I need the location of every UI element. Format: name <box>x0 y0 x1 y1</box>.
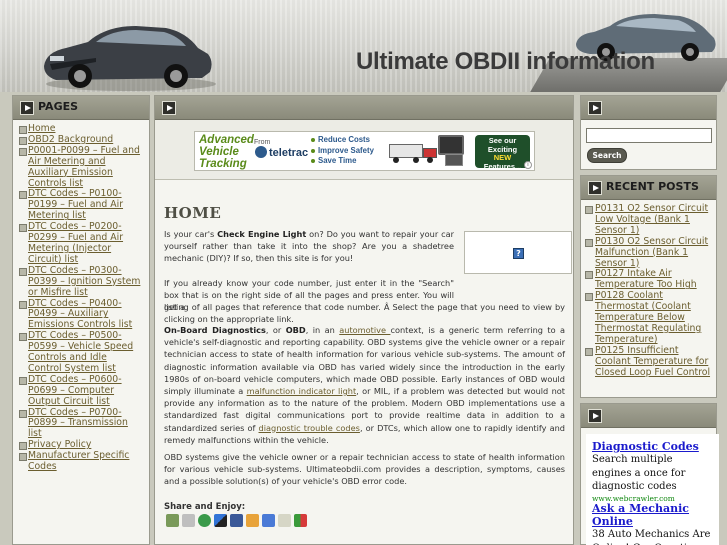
car-image-left <box>44 26 216 91</box>
email-icon[interactable] <box>278 514 291 527</box>
recent-post-item: P0127 Intake Air Temperature Too High <box>585 269 712 291</box>
text-ad-headline[interactable]: Diagnostic Codes <box>592 440 714 453</box>
recent-post-item: P0130 O2 Sensor Circuit Malfunction (Ban… <box>585 236 712 270</box>
ads-widget-header <box>581 404 716 428</box>
article: HOME Is your car's Check Engine Light on… <box>164 204 572 527</box>
ad-cta-button[interactable]: See our Exciting NEW Features... <box>475 135 530 170</box>
ad-bullets: Reduce Costs Improve Safety Save Time <box>311 135 374 167</box>
arrow-right-icon <box>588 409 602 423</box>
help-icon: ? <box>513 248 524 259</box>
ad-bullet: Improve Safety <box>311 146 374 157</box>
intro-paragraph: Is your car's Check Engine Light on? Do … <box>164 229 454 264</box>
ad-from-label: From <box>254 139 271 146</box>
page-link[interactable]: DTC Codes – P0700-P0899 – Transmission l… <box>28 407 128 440</box>
google-bookmarks-icon[interactable] <box>262 514 275 527</box>
text-ad-headline[interactable]: Ask a Mechanic Online <box>592 502 714 528</box>
page-link[interactable]: Manufacturer Specific Codes <box>28 450 129 472</box>
page-item-p0500-p0599: DTC Codes – P0500-P0599 – Vehicle Speed … <box>19 330 143 375</box>
page-link[interactable]: Privacy Policy <box>28 439 91 450</box>
stumbleupon-icon[interactable] <box>198 514 211 527</box>
mil-link[interactable]: malfunction indicator light <box>247 386 357 396</box>
main-content: Advanced Vehicle Tracking From teletrac … <box>154 95 574 545</box>
recent-post-link[interactable]: P0125 Insufficient Coolant Temperature f… <box>595 345 710 378</box>
tracker-device-icon <box>445 154 463 166</box>
recent-posts-widget: RECENT POSTS P0131 O2 Sensor Circuit Low… <box>580 175 717 398</box>
arrow-right-icon <box>162 101 176 115</box>
digg-icon[interactable] <box>182 514 195 527</box>
recent-posts-title: RECENT POSTS <box>606 180 699 193</box>
text-ad[interactable]: Diagnostic Codes Search multiple engines… <box>592 440 714 503</box>
recent-post-link[interactable]: P0131 O2 Sensor Circuit Low Voltage (Ban… <box>595 203 708 236</box>
page-link[interactable]: DTC Codes – P0300-P0399 – Ignition Syste… <box>28 265 140 298</box>
facebook-icon[interactable] <box>230 514 243 527</box>
dtc-link[interactable]: diagnostic trouble codes <box>259 423 360 433</box>
recent-post-link[interactable]: P0130 O2 Sensor Circuit Malfunction (Ban… <box>595 236 708 269</box>
page-title: HOME <box>164 204 222 222</box>
arrow-right-icon <box>588 181 602 195</box>
teletrac-ad-banner[interactable]: Advanced Vehicle Tracking From teletrac … <box>194 131 535 171</box>
delicious-icon[interactable] <box>214 514 227 527</box>
site-description: OBD systems give the vehicle owner or a … <box>164 452 565 487</box>
mixx-icon[interactable] <box>246 514 259 527</box>
ad-bullet: Reduce Costs <box>311 135 374 146</box>
pages-widget-header: PAGES <box>13 96 149 120</box>
search-instructions-cont: listing of all pages that reference that… <box>164 302 565 325</box>
page-link[interactable]: DTC Codes – P0200-P0299 – Fuel and Air M… <box>28 221 123 265</box>
gps-device-icon <box>438 135 464 155</box>
page-link[interactable]: P0001-P0099 – Fuel and Air Metering and … <box>28 145 140 189</box>
pages-list: Home OBD2 Background P0001-P0099 – Fuel … <box>13 120 149 473</box>
truck-icon <box>389 144 441 163</box>
page-item-p0400-p0499: DTC Codes – P0400-P0499 – Auxiliary Emis… <box>19 298 143 332</box>
page-item-p0001-p0099: P0001-P0099 – Fuel and Air Metering and … <box>19 145 143 190</box>
site-title: Ultimate OBDII information <box>356 48 655 75</box>
page-item-manufacturer-codes: Manufacturer Specific Codes <box>19 450 143 473</box>
ad-brand: teletrac <box>269 147 309 159</box>
page-link[interactable]: Home <box>28 123 55 134</box>
google-buzz-icon[interactable] <box>294 514 307 527</box>
search-input[interactable] <box>586 128 712 143</box>
share-label: Share and Enjoy: <box>164 502 246 512</box>
ad-bullet: Save Time <box>311 156 374 167</box>
search-widget-header <box>581 96 716 120</box>
main-header <box>155 96 573 120</box>
ad-strip: Advanced Vehicle Tracking From teletrac … <box>155 120 573 180</box>
teletrac-logo-icon <box>255 146 267 158</box>
text-ad-description: 38 Auto Mechanics Are Online! Car Questi… <box>592 529 711 545</box>
ads-widget: Diagnostic Codes Search multiple engines… <box>580 403 719 545</box>
site-header: Ultimate OBDII information <box>0 0 727 92</box>
pages-widget: PAGES Home OBD2 Background P0001-P0099 –… <box>12 95 150 545</box>
arrow-right-icon <box>20 101 34 115</box>
page-link[interactable]: DTC Codes – P0600-P0699 – Computer Outpu… <box>28 374 122 407</box>
search-button[interactable]: Search <box>587 148 627 163</box>
page-link[interactable]: OBD2 Background <box>28 134 113 145</box>
ad-headline: Advanced Vehicle Tracking <box>199 134 254 170</box>
page-item-p0700-p0899: DTC Codes – P0700-P0899 – Transmission l… <box>19 407 143 441</box>
recent-post-link[interactable]: P0127 Intake Air Temperature Too High <box>595 268 697 291</box>
ad-info-icon[interactable]: i <box>524 161 532 169</box>
text-ad-description: Search multiple engines a once for diagn… <box>592 454 686 492</box>
text-ads: Diagnostic Codes Search multiple engines… <box>586 434 719 545</box>
pages-widget-title: PAGES <box>38 100 79 113</box>
arrow-right-icon <box>588 101 602 115</box>
page-link[interactable]: DTC Codes – P0400-P0499 – Auxiliary Emis… <box>28 298 132 331</box>
recent-post-link[interactable]: P0128 Coolant Thermostat (Coolant Temper… <box>595 290 701 345</box>
recent-posts-list: P0131 O2 Sensor Circuit Low Voltage (Ban… <box>581 200 716 379</box>
recent-post-item: P0128 Coolant Thermostat (Coolant Temper… <box>585 290 712 346</box>
obd-description: On-Board Diagnostics, or OBD, in an auto… <box>164 325 566 445</box>
page-item-p0300-p0399: DTC Codes – P0300-P0399 – Ignition Syste… <box>19 265 143 299</box>
search-widget: Search <box>580 95 717 170</box>
share-icons <box>166 514 307 527</box>
recent-posts-header: RECENT POSTS <box>581 176 716 200</box>
inline-ad[interactable]: ? <box>464 231 572 274</box>
page-link[interactable]: DTC Codes – P0100-P0199 – Fuel and Air M… <box>28 188 123 222</box>
page-item-p0100-p0199: DTC Codes – P0100-P0199 – Fuel and Air M… <box>19 189 143 222</box>
recent-post-item: P0131 O2 Sensor Circuit Low Voltage (Ban… <box>585 203 712 237</box>
page-link[interactable]: DTC Codes – P0500-P0599 – Vehicle Speed … <box>28 330 133 374</box>
recent-post-item: P0125 Insufficient Coolant Temperature f… <box>585 345 712 379</box>
text-ad[interactable]: Ask a Mechanic Online 38 Auto Mechanics … <box>592 502 714 545</box>
page-item-p0200-p0299: DTC Codes – P0200-P0299 – Fuel and Air M… <box>19 221 143 266</box>
print-icon[interactable] <box>166 514 179 527</box>
automotive-link[interactable]: automotive <box>339 325 390 335</box>
page-item-p0600-p0699: DTC Codes – P0600-P0699 – Computer Outpu… <box>19 374 143 408</box>
